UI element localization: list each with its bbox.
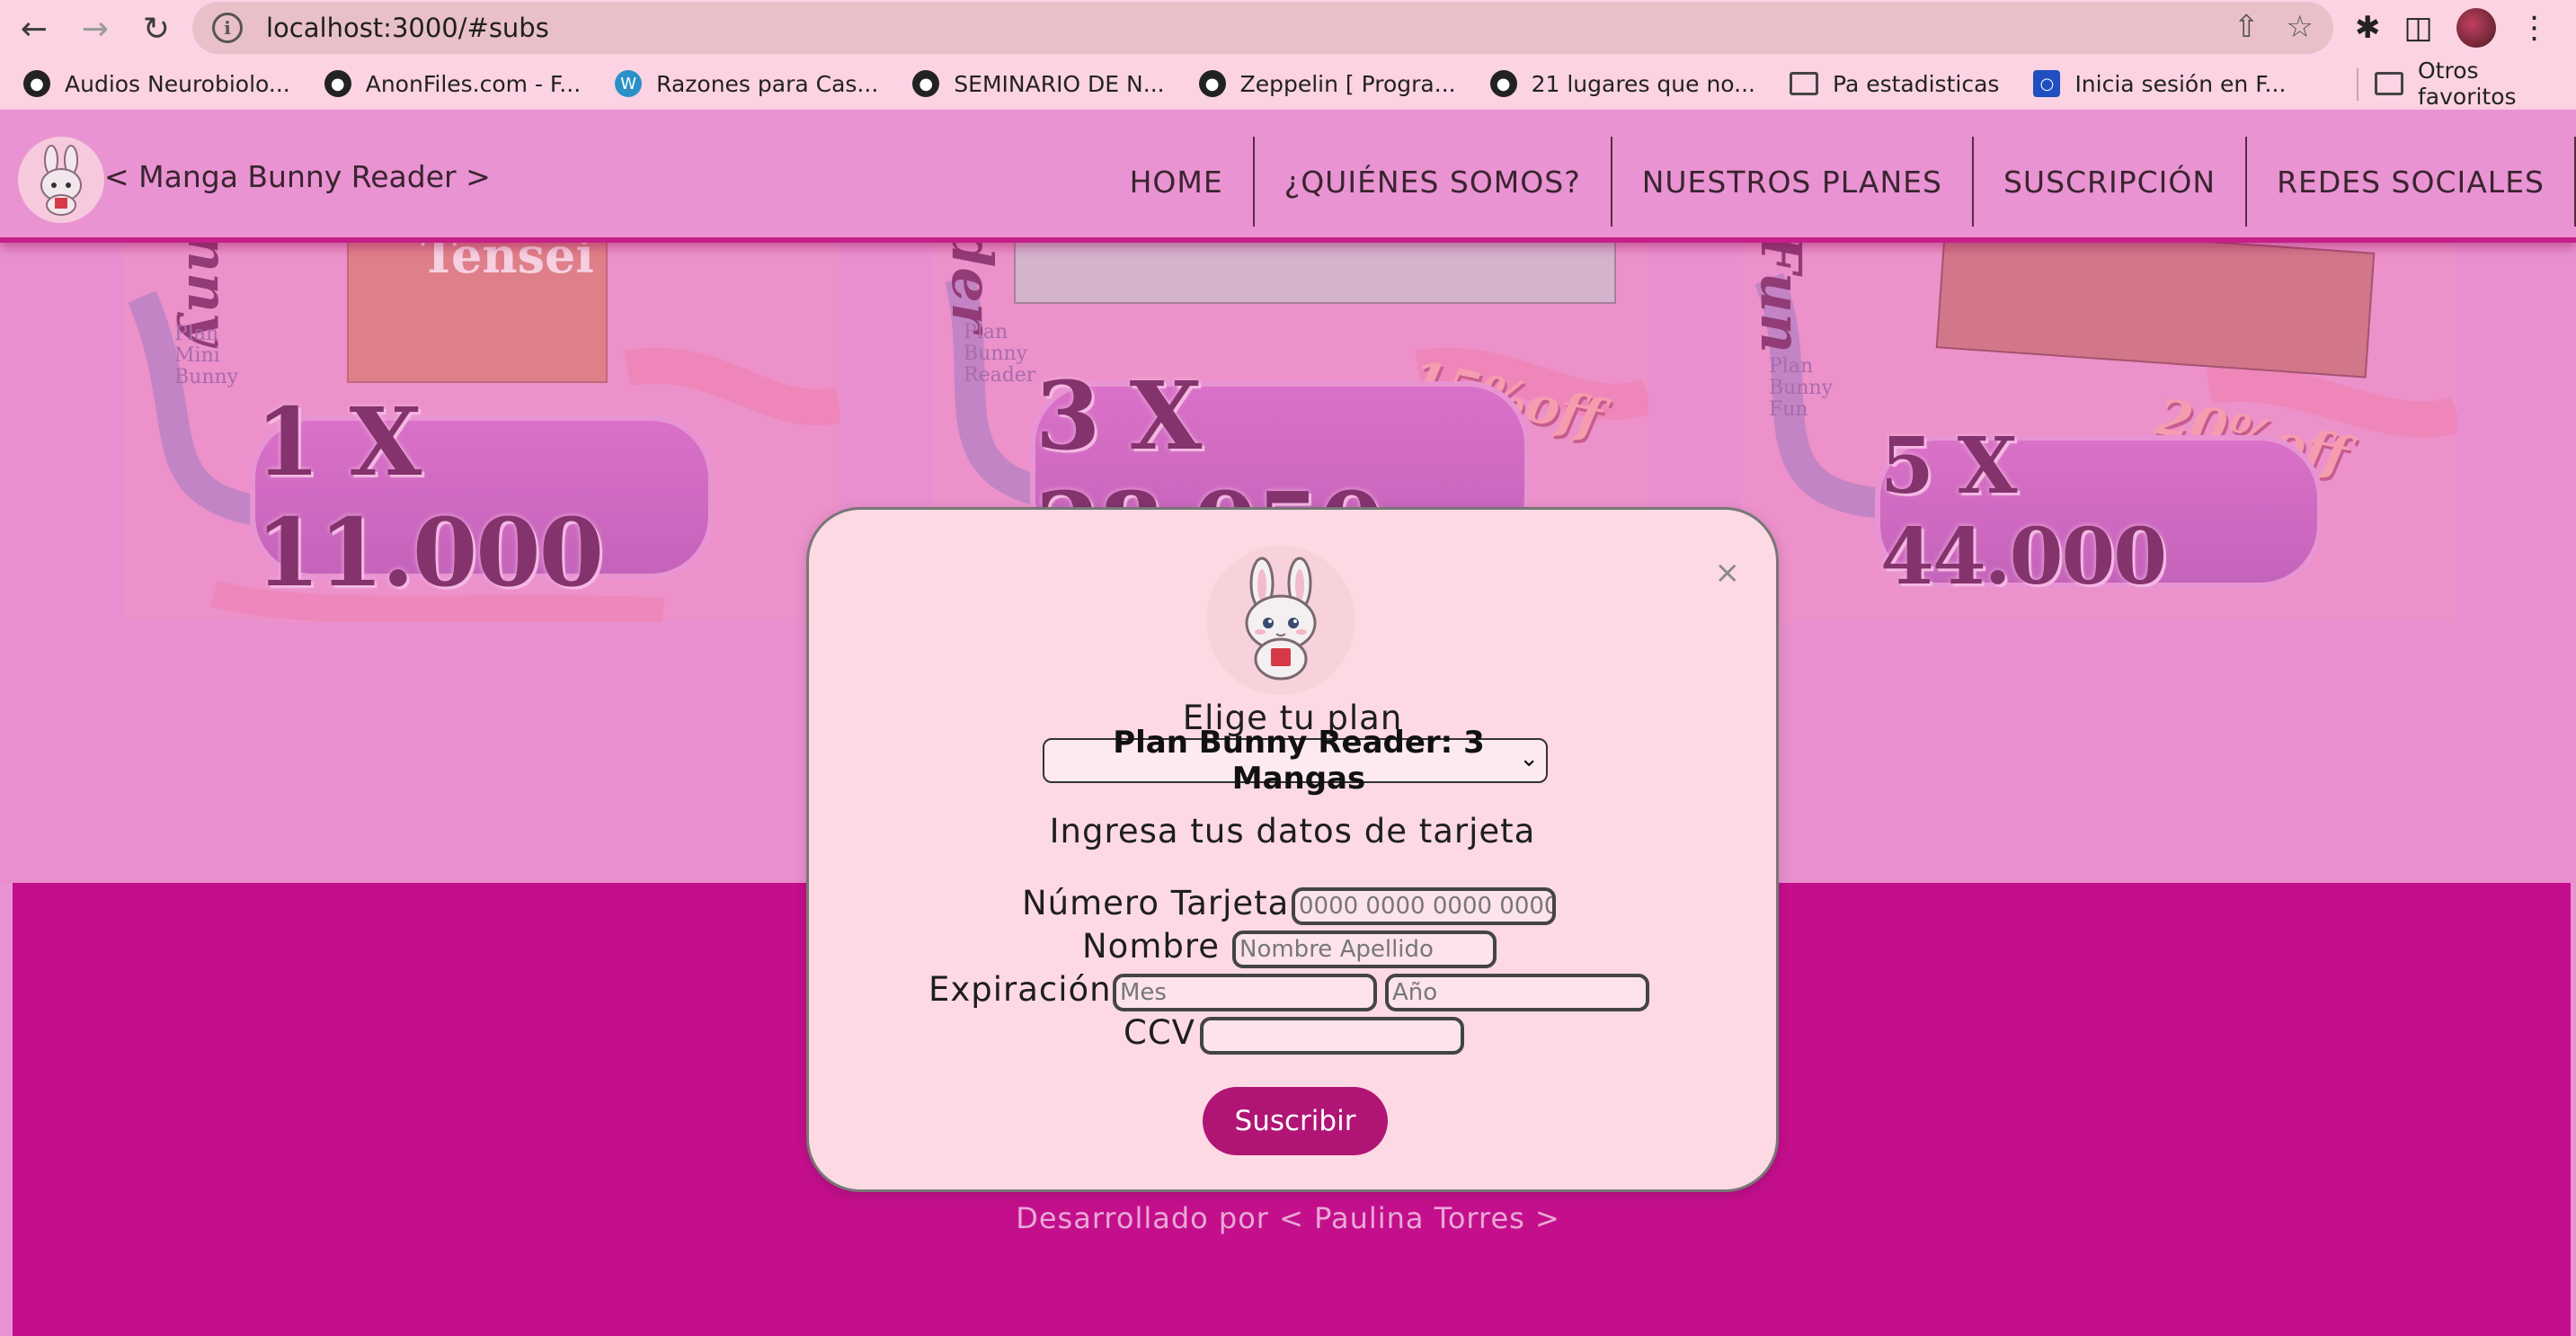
- modal-backdrop: [1742, 243, 2457, 622]
- folder-icon: [2375, 72, 2403, 95]
- name-label: Nombre: [1082, 927, 1221, 966]
- bookmark-star-icon[interactable]: ☆: [2287, 9, 2314, 45]
- name-row: Nombre Nombre Apellido: [809, 927, 1776, 972]
- bookmark-item[interactable]: ● AnonFiles.com - F...: [324, 70, 581, 97]
- ccv-input[interactable]: [1200, 1017, 1464, 1055]
- bookmarks-divider: [2357, 68, 2358, 101]
- address-bar[interactable]: i localhost:3000/#subs ⇧ ☆: [192, 2, 2333, 54]
- ccv-label: CCV: [1124, 1013, 1195, 1052]
- back-icon[interactable]: ←: [7, 2, 61, 56]
- site-info-icon[interactable]: i: [212, 13, 243, 43]
- browser-toolbar: ← → ↻ i localhost:3000/#subs ⇧ ☆ ✱ ◫ ⋮: [0, 0, 2576, 58]
- nav-social[interactable]: REDES SOCIALES: [2247, 137, 2576, 227]
- bunny-logo-icon[interactable]: [18, 137, 104, 223]
- url-text[interactable]: localhost:3000/#subs: [266, 13, 549, 43]
- card-section-title: Ingresa tus datos de tarjeta: [1049, 812, 1536, 851]
- menu-icon[interactable]: ⋮: [2519, 5, 2550, 50]
- reload-icon[interactable]: ↻: [129, 2, 183, 56]
- subscribe-button[interactable]: Suscribir: [1203, 1087, 1388, 1155]
- nav-subscription[interactable]: SUSCRIPCIÓN: [1974, 137, 2248, 227]
- plan-select-value: Plan Bunny Reader: 3 Mangas: [1113, 725, 1485, 797]
- nav-about[interactable]: ¿QUIÉNES SOMOS?: [1255, 137, 1612, 227]
- footer-credit[interactable]: Desarrollado por < Paulina Torres >: [0, 1201, 2576, 1235]
- main-nav: HOME ¿QUIÉNES SOMOS? NUESTROS PLANES SUS…: [1100, 137, 2576, 227]
- extensions-icon[interactable]: ✱: [2355, 5, 2381, 50]
- wordpress-icon: W: [615, 70, 643, 97]
- close-icon[interactable]: ×: [1715, 555, 1741, 591]
- globe-icon: ●: [1198, 70, 1226, 97]
- other-bookmarks-folder[interactable]: Otros favoritos: [2375, 58, 2576, 110]
- folder-icon: [1790, 72, 1818, 95]
- bookmark-item[interactable]: ● Zeppelin [ Progra...: [1198, 70, 1456, 97]
- share-icon[interactable]: ⇧: [2234, 9, 2260, 45]
- expiry-row: Expiración Mes Año: [809, 970, 1776, 1015]
- plan-card-fun[interactable]: Fun Plan Bunny Fun 20%off 5 X 44.000: [1742, 243, 2457, 622]
- expiry-month-input[interactable]: Mes: [1113, 974, 1377, 1011]
- globe-icon: ●: [324, 70, 351, 97]
- modal-backdrop: [124, 243, 839, 622]
- chevron-down-icon: ⌄: [1519, 745, 1539, 772]
- globe-icon: ●: [23, 70, 50, 97]
- nav-plans[interactable]: NUESTROS PLANES: [1612, 137, 1974, 227]
- name-input[interactable]: Nombre Apellido: [1232, 931, 1497, 968]
- bookmark-folder[interactable]: Pa estadisticas: [1790, 71, 1999, 97]
- subscription-modal: × Elige tu plan Plan Bunny Reader: 3 Man…: [806, 507, 1779, 1192]
- ccv-row: CCV: [809, 1013, 1776, 1058]
- bookmark-item[interactable]: ● 21 lugares que no...: [1489, 70, 1755, 97]
- expiry-label: Expiración: [928, 970, 1112, 1009]
- forward-icon[interactable]: →: [68, 2, 122, 56]
- profile-avatar[interactable]: [2456, 8, 2496, 48]
- side-panel-icon[interactable]: ◫: [2404, 5, 2433, 50]
- card-number-label: Número Tarjeta: [1022, 884, 1290, 922]
- expiry-year-input[interactable]: Año: [1385, 974, 1649, 1011]
- plan-select[interactable]: Plan Bunny Reader: 3 Mangas ⌄: [1043, 725, 1548, 797]
- app-icon: ○: [2033, 70, 2061, 97]
- globe-icon: ●: [1489, 70, 1517, 97]
- card-number-row: Número Tarjeta 0000 0000 0000 0000: [809, 884, 1776, 929]
- bunny-mascot-icon: [1206, 546, 1355, 695]
- site-header: < Manga Bunny Reader > HOME ¿QUIÉNES SOM…: [0, 110, 2576, 243]
- nav-home[interactable]: HOME: [1100, 137, 1255, 227]
- bookmark-item[interactable]: W Razones para Cas...: [615, 70, 878, 97]
- plan-card-mini[interactable]: Tensei nny Plan Mini Bunny 1 X 11.000: [124, 243, 839, 622]
- bookmark-item[interactable]: ● Audios Neurobiolo...: [23, 70, 290, 97]
- globe-icon: ●: [912, 70, 940, 97]
- card-number-input[interactable]: 0000 0000 0000 0000: [1292, 887, 1556, 925]
- bookmark-item[interactable]: ● SEMINARIO DE N...: [912, 70, 1165, 97]
- brand-name[interactable]: < Manga Bunny Reader >: [104, 159, 491, 194]
- bookmarks-bar: ● Audios Neurobiolo... ● AnonFiles.com - F…: [0, 58, 2576, 110]
- bookmark-item[interactable]: ○ Inicia sesión en F...: [2033, 70, 2286, 97]
